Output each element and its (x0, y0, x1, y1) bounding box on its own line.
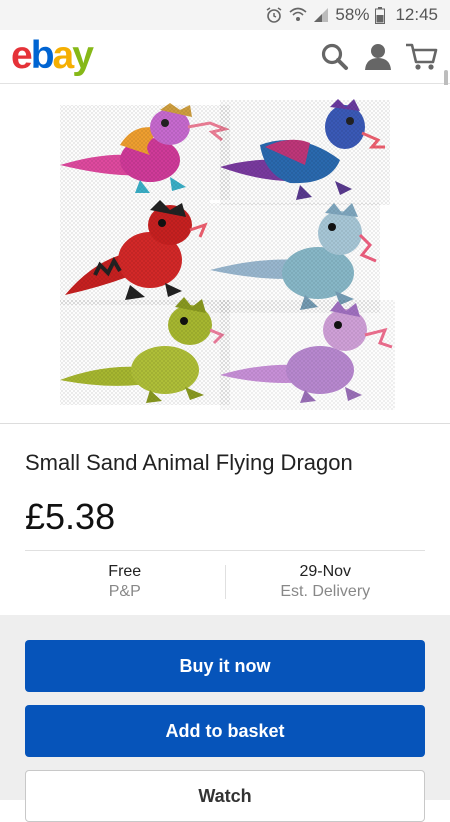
action-panel: Buy it now Add to basket Watch (0, 615, 450, 822)
alarm-icon (267, 7, 282, 23)
status-bar: 58% 12:45 (0, 0, 450, 30)
postage-cost: Free (108, 563, 142, 580)
wifi-icon (289, 7, 307, 21)
postage-label: P&P (108, 583, 141, 600)
delivery-label: Est. Delivery (280, 583, 371, 600)
cart-icon[interactable] (405, 42, 439, 72)
battery-percent: 58% (335, 5, 370, 24)
logo-letter-a: a (52, 34, 75, 77)
battery-icon (375, 6, 386, 24)
logo-letter-e: e (11, 34, 33, 77)
delivery-info: 29-Nov Est. Delivery (226, 551, 426, 613)
delivery-date: 29-Nov (299, 563, 352, 580)
dragon-green (60, 297, 230, 405)
product-price: £5.38 (25, 496, 116, 537)
add-to-basket-button[interactable]: Add to basket (25, 705, 425, 757)
status-time: 12:45 (395, 5, 438, 24)
buy-it-now-button[interactable]: Buy it now (25, 640, 425, 692)
watch-button[interactable]: Watch (25, 770, 425, 822)
dragon-pink (220, 300, 395, 410)
search-icon[interactable] (320, 42, 350, 72)
dragon-purple (220, 99, 390, 205)
dragon-blue (210, 203, 380, 313)
dragon-red (60, 200, 210, 305)
account-icon[interactable] (363, 42, 393, 72)
dragons-illustration (60, 99, 395, 410)
logo-letter-y: y (72, 34, 94, 77)
product-image[interactable] (0, 85, 450, 424)
product-title: Small Sand Animal Flying Dragon (25, 450, 353, 475)
dragon-rainbow (60, 103, 231, 200)
app-header: ebay (0, 30, 450, 260)
logo-letter-b: b (30, 34, 55, 77)
ebay-logo[interactable]: ebay (11, 34, 94, 77)
shipping-info: Free P&P 29-Nov Est. Delivery (25, 551, 425, 613)
signal-icon (314, 8, 329, 22)
postage-info: Free P&P (25, 551, 225, 613)
